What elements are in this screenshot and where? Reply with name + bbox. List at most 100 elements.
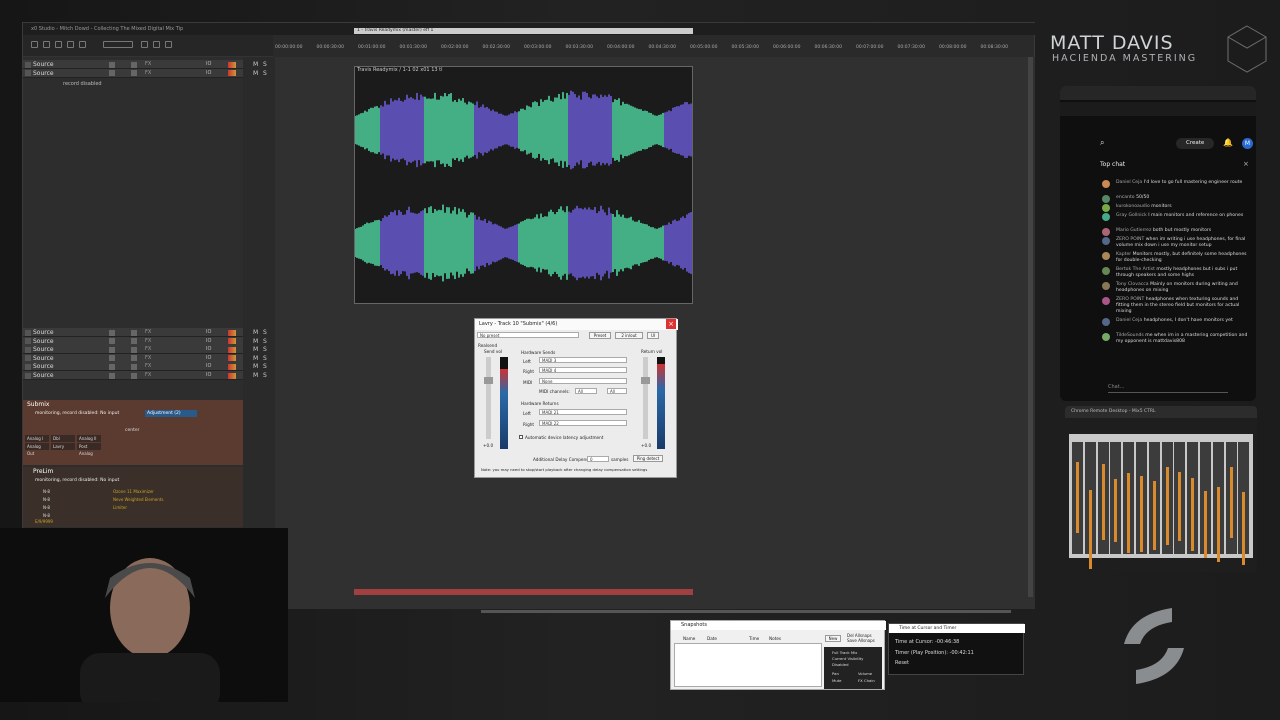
mixer-channel-strip[interactable]	[1225, 442, 1237, 554]
return-fader[interactable]	[641, 357, 650, 439]
region-marker-bar[interactable]	[354, 589, 693, 595]
latency-checkbox[interactable]	[519, 435, 523, 439]
preset-button[interactable]: Preset	[589, 332, 611, 339]
snapshots-list[interactable]	[674, 643, 822, 687]
channel-fader[interactable]	[1229, 467, 1233, 539]
track-expand-icon[interactable]	[25, 355, 31, 362]
channel-fader[interactable]	[1165, 466, 1169, 546]
insert-slot[interactable]: Ozone 11 Maximizer	[113, 489, 154, 494]
send-slot[interactable]: Dbl	[51, 435, 75, 442]
phase-icon[interactable]	[131, 61, 137, 68]
insert-slot[interactable]: Neve Weighted Elements	[113, 497, 163, 502]
mixer-channel-strip[interactable]	[1174, 442, 1186, 554]
send-right-select[interactable]: MADI 4	[539, 367, 627, 373]
mixer-channel-strip[interactable]	[1097, 442, 1109, 554]
mixer-channel-strip[interactable]	[1148, 442, 1160, 554]
track-expand-icon[interactable]	[25, 61, 31, 68]
track-fx-button[interactable]: FX	[145, 69, 151, 78]
undo-icon[interactable]	[67, 41, 74, 48]
preset-select[interactable]: No preset	[477, 332, 579, 338]
channel-fader[interactable]	[1140, 475, 1143, 552]
mixer-channel-strip[interactable]	[1072, 442, 1083, 554]
send-slot[interactable]: Analog II	[77, 435, 101, 442]
track-fx-button[interactable]: FX	[145, 371, 151, 380]
bell-icon[interactable]: 🔔	[1223, 138, 1233, 147]
track-io-button[interactable]: IO	[206, 69, 211, 78]
channel-fader[interactable]	[1242, 491, 1246, 566]
browser-addressbar[interactable]	[1060, 102, 1256, 116]
mixer-channel-strip[interactable]	[1238, 442, 1250, 566]
phase-icon[interactable]	[131, 355, 137, 362]
delay-input[interactable]: 0	[587, 456, 609, 462]
track-row[interactable]: Source FX IO M S	[23, 68, 267, 78]
record-arm-icon[interactable]	[109, 372, 115, 379]
mute-button[interactable]: M	[253, 371, 258, 380]
snapshot-checkbox[interactable]: Pan	[832, 671, 839, 676]
horizontal-scrollbar[interactable]	[481, 610, 1011, 613]
mixer-channel-strip[interactable]	[1084, 442, 1096, 570]
record-arm-icon[interactable]	[109, 355, 115, 362]
insert-slot[interactable]: Limiter	[113, 505, 127, 510]
record-arm-icon[interactable]	[109, 70, 115, 77]
mixer-channel-strip[interactable]	[1187, 442, 1199, 554]
ui-button[interactable]: UI	[647, 332, 659, 339]
send-slot[interactable]: Analog I	[25, 435, 49, 442]
lock-icon[interactable]	[165, 41, 172, 48]
vertical-scrollbar[interactable]	[1028, 57, 1033, 597]
item-selection-bar[interactable]: 1 - Travis Readymix (master) eff 1	[354, 28, 693, 34]
track-expand-icon[interactable]	[25, 338, 31, 345]
send-slot[interactable]: Lavry	[51, 443, 75, 450]
track-expand-icon[interactable]	[25, 329, 31, 336]
midi-channel-to[interactable]: All	[607, 388, 627, 394]
return-left-select[interactable]: MADI 21	[539, 409, 627, 415]
snap-icon[interactable]	[141, 41, 148, 48]
audio-item[interactable]: Travis Readymix / 1-1 02 x01 13 tl	[354, 66, 693, 304]
phase-icon[interactable]	[131, 363, 137, 370]
track-row[interactable]: Source FX IO M S	[23, 371, 267, 380]
snapshot-option[interactable]: Full Track Mix	[832, 650, 857, 655]
record-arm-icon[interactable]	[109, 363, 115, 370]
submix-plugin[interactable]: Adjustment (2)	[145, 410, 197, 417]
track-expand-icon[interactable]	[25, 363, 31, 370]
channel-fader[interactable]	[1076, 462, 1079, 533]
channel-fader[interactable]	[1191, 478, 1195, 552]
top-chat-selector[interactable]: Top chat	[1100, 161, 1125, 168]
open-icon[interactable]	[43, 41, 50, 48]
track-prelim[interactable]: PreLim monitoring, record disabled: No i…	[23, 467, 243, 527]
ripple-icon[interactable]	[153, 41, 160, 48]
channel-fader[interactable]	[1088, 489, 1092, 570]
solo-button[interactable]: S	[263, 69, 267, 78]
new-icon[interactable]	[31, 41, 38, 48]
return-right-select[interactable]: MADI 22	[539, 420, 627, 426]
channel-fader[interactable]	[1204, 491, 1207, 558]
phase-icon[interactable]	[131, 372, 137, 379]
in-out-button[interactable]: 2 in/out	[615, 332, 643, 339]
midi-channel-from[interactable]: All	[575, 388, 597, 394]
snapshot-checkbox[interactable]: FX Chain	[858, 678, 875, 683]
snapshot-option[interactable]: Current Visibility	[832, 656, 863, 661]
snapshot-checkbox[interactable]: Mute	[832, 678, 842, 683]
channel-fader[interactable]	[1114, 478, 1118, 543]
search-icon[interactable]: ⌕	[1100, 138, 1104, 148]
redo-icon[interactable]	[79, 41, 86, 48]
grid-settings-button[interactable]	[103, 41, 133, 48]
channel-fader[interactable]	[1216, 486, 1220, 562]
new-snapshot-button[interactable]: New	[825, 635, 841, 642]
avatar[interactable]: M	[1242, 138, 1253, 149]
track-expand-icon[interactable]	[25, 372, 31, 379]
phase-icon[interactable]	[131, 346, 137, 353]
phase-icon[interactable]	[131, 329, 137, 336]
send-slot[interactable]: Post Analog	[77, 443, 101, 456]
midi-select[interactable]: None	[539, 378, 627, 384]
mixer-channel-strip[interactable]	[1200, 442, 1211, 558]
mixer-channel-strip[interactable]	[1136, 442, 1147, 554]
channel-fader[interactable]	[1101, 463, 1105, 541]
close-chat-icon[interactable]: ×	[1243, 160, 1249, 168]
mixer-channel-strip[interactable]	[1110, 442, 1122, 554]
mixer-channel-strip[interactable]	[1161, 442, 1173, 554]
mixer-view[interactable]	[1069, 434, 1253, 570]
channel-fader[interactable]	[1152, 480, 1156, 550]
mute-button[interactable]: M	[253, 69, 258, 78]
reset-button[interactable]: Reset	[895, 660, 909, 666]
chat-input[interactable]: Chat...	[1108, 384, 1228, 393]
